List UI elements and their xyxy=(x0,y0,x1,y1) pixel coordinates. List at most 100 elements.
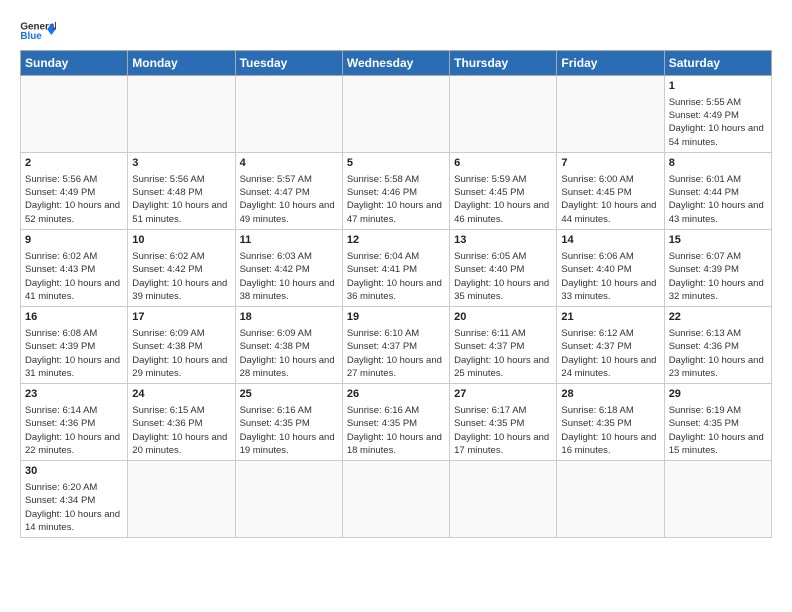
day-info: Sunrise: 5:56 AM Sunset: 4:48 PM Dayligh… xyxy=(132,173,230,226)
day-info: Sunrise: 6:16 AM Sunset: 4:35 PM Dayligh… xyxy=(347,404,445,457)
calendar-cell xyxy=(235,461,342,538)
day-info: Sunrise: 6:04 AM Sunset: 4:41 PM Dayligh… xyxy=(347,250,445,303)
calendar-table: SundayMondayTuesdayWednesdayThursdayFrid… xyxy=(20,50,772,538)
day-info: Sunrise: 6:12 AM Sunset: 4:37 PM Dayligh… xyxy=(561,327,659,380)
day-info: Sunrise: 6:20 AM Sunset: 4:34 PM Dayligh… xyxy=(25,481,123,534)
day-number: 7 xyxy=(561,156,659,171)
calendar-cell xyxy=(128,461,235,538)
day-info: Sunrise: 5:59 AM Sunset: 4:45 PM Dayligh… xyxy=(454,173,552,226)
day-info: Sunrise: 6:15 AM Sunset: 4:36 PM Dayligh… xyxy=(132,404,230,457)
day-number: 6 xyxy=(454,156,552,171)
weekday-header-thursday: Thursday xyxy=(450,51,557,76)
weekday-header-saturday: Saturday xyxy=(664,51,771,76)
calendar-cell xyxy=(235,76,342,153)
page-container: General Blue SundayMondayTuesdayWednesda… xyxy=(20,16,772,538)
calendar-cell: 12 Sunrise: 6:04 AM Sunset: 4:41 PM Dayli… xyxy=(342,230,449,307)
calendar-cell: 19 Sunrise: 6:10 AM Sunset: 4:37 PM Dayli… xyxy=(342,307,449,384)
day-number: 25 xyxy=(240,387,338,402)
calendar-cell: 25 Sunrise: 6:16 AM Sunset: 4:35 PM Dayli… xyxy=(235,384,342,461)
day-info: Sunrise: 6:10 AM Sunset: 4:37 PM Dayligh… xyxy=(347,327,445,380)
day-info: Sunrise: 6:09 AM Sunset: 4:38 PM Dayligh… xyxy=(132,327,230,380)
day-number: 8 xyxy=(669,156,767,171)
day-info: Sunrise: 6:13 AM Sunset: 4:36 PM Dayligh… xyxy=(669,327,767,380)
calendar-cell: 6 Sunrise: 5:59 AM Sunset: 4:45 PM Daylig… xyxy=(450,153,557,230)
day-number: 11 xyxy=(240,233,338,248)
calendar-cell xyxy=(342,76,449,153)
day-number: 18 xyxy=(240,310,338,325)
day-info: Sunrise: 6:06 AM Sunset: 4:40 PM Dayligh… xyxy=(561,250,659,303)
day-number: 5 xyxy=(347,156,445,171)
day-info: Sunrise: 6:16 AM Sunset: 4:35 PM Dayligh… xyxy=(240,404,338,457)
day-number: 3 xyxy=(132,156,230,171)
generalblue-logo-icon: General Blue xyxy=(20,18,56,42)
calendar-cell: 18 Sunrise: 6:09 AM Sunset: 4:38 PM Dayli… xyxy=(235,307,342,384)
weekday-header-monday: Monday xyxy=(128,51,235,76)
calendar-cell: 3 Sunrise: 5:56 AM Sunset: 4:48 PM Daylig… xyxy=(128,153,235,230)
day-info: Sunrise: 6:11 AM Sunset: 4:37 PM Dayligh… xyxy=(454,327,552,380)
day-number: 20 xyxy=(454,310,552,325)
weekday-header-sunday: Sunday xyxy=(21,51,128,76)
week-row-4: 16Sunrise: 6:08 AM Sunset: 4:39 PM Dayli… xyxy=(21,307,772,384)
day-number: 23 xyxy=(25,387,123,402)
day-number: 24 xyxy=(132,387,230,402)
calendar-cell xyxy=(21,76,128,153)
calendar-cell xyxy=(342,461,449,538)
day-number: 4 xyxy=(240,156,338,171)
calendar-cell xyxy=(128,76,235,153)
calendar-cell: 17 Sunrise: 6:09 AM Sunset: 4:38 PM Dayli… xyxy=(128,307,235,384)
calendar-cell: 30Sunrise: 6:20 AM Sunset: 4:34 PM Dayli… xyxy=(21,461,128,538)
week-row-1: 1Sunrise: 5:55 AM Sunset: 4:49 PM Daylig… xyxy=(21,76,772,153)
day-info: Sunrise: 6:03 AM Sunset: 4:42 PM Dayligh… xyxy=(240,250,338,303)
calendar-cell: 1Sunrise: 5:55 AM Sunset: 4:49 PM Daylig… xyxy=(664,76,771,153)
day-number: 26 xyxy=(347,387,445,402)
week-row-2: 2 Sunrise: 5:56 AM Sunset: 4:49 PM Daylig… xyxy=(21,153,772,230)
svg-text:Blue: Blue xyxy=(20,31,42,42)
calendar-cell xyxy=(450,76,557,153)
day-info: Sunrise: 6:09 AM Sunset: 4:38 PM Dayligh… xyxy=(240,327,338,380)
day-number: 17 xyxy=(132,310,230,325)
day-number: 14 xyxy=(561,233,659,248)
calendar-cell: 7Sunrise: 6:00 AM Sunset: 4:45 PM Daylig… xyxy=(557,153,664,230)
calendar-cell xyxy=(557,461,664,538)
calendar-cell: 15 Sunrise: 6:07 AM Sunset: 4:39 PM Dayli… xyxy=(664,230,771,307)
day-number: 13 xyxy=(454,233,552,248)
calendar-cell: 20 Sunrise: 6:11 AM Sunset: 4:37 PM Dayli… xyxy=(450,307,557,384)
calendar-cell xyxy=(557,76,664,153)
day-info: Sunrise: 6:01 AM Sunset: 4:44 PM Dayligh… xyxy=(669,173,767,226)
day-number: 10 xyxy=(132,233,230,248)
day-info: Sunrise: 6:05 AM Sunset: 4:40 PM Dayligh… xyxy=(454,250,552,303)
day-number: 21 xyxy=(561,310,659,325)
day-info: Sunrise: 6:19 AM Sunset: 4:35 PM Dayligh… xyxy=(669,404,767,457)
day-info: Sunrise: 5:58 AM Sunset: 4:46 PM Dayligh… xyxy=(347,173,445,226)
calendar-cell: 8 Sunrise: 6:01 AM Sunset: 4:44 PM Daylig… xyxy=(664,153,771,230)
day-number: 19 xyxy=(347,310,445,325)
day-number: 15 xyxy=(669,233,767,248)
day-number: 12 xyxy=(347,233,445,248)
header: General Blue xyxy=(20,16,772,42)
day-number: 2 xyxy=(25,156,123,171)
day-number: 1 xyxy=(669,79,767,94)
day-info: Sunrise: 5:57 AM Sunset: 4:47 PM Dayligh… xyxy=(240,173,338,226)
day-info: Sunrise: 6:18 AM Sunset: 4:35 PM Dayligh… xyxy=(561,404,659,457)
weekday-header-wednesday: Wednesday xyxy=(342,51,449,76)
weekday-header-friday: Friday xyxy=(557,51,664,76)
calendar-cell: 13 Sunrise: 6:05 AM Sunset: 4:40 PM Dayli… xyxy=(450,230,557,307)
day-info: Sunrise: 6:17 AM Sunset: 4:35 PM Dayligh… xyxy=(454,404,552,457)
day-info: Sunrise: 5:56 AM Sunset: 4:49 PM Dayligh… xyxy=(25,173,123,226)
week-row-5: 23 Sunrise: 6:14 AM Sunset: 4:36 PM Dayli… xyxy=(21,384,772,461)
day-number: 29 xyxy=(669,387,767,402)
weekday-header-tuesday: Tuesday xyxy=(235,51,342,76)
calendar-cell: 22 Sunrise: 6:13 AM Sunset: 4:36 PM Dayli… xyxy=(664,307,771,384)
day-number: 22 xyxy=(669,310,767,325)
calendar-cell: 24 Sunrise: 6:15 AM Sunset: 4:36 PM Dayli… xyxy=(128,384,235,461)
day-number: 28 xyxy=(561,387,659,402)
week-row-6: 30Sunrise: 6:20 AM Sunset: 4:34 PM Dayli… xyxy=(21,461,772,538)
calendar-cell: 9Sunrise: 6:02 AM Sunset: 4:43 PM Daylig… xyxy=(21,230,128,307)
day-number: 27 xyxy=(454,387,552,402)
calendar-cell: 26 Sunrise: 6:16 AM Sunset: 4:35 PM Dayli… xyxy=(342,384,449,461)
day-info: Sunrise: 6:07 AM Sunset: 4:39 PM Dayligh… xyxy=(669,250,767,303)
calendar-cell: 23 Sunrise: 6:14 AM Sunset: 4:36 PM Dayli… xyxy=(21,384,128,461)
day-info: Sunrise: 6:14 AM Sunset: 4:36 PM Dayligh… xyxy=(25,404,123,457)
calendar-cell: 21 Sunrise: 6:12 AM Sunset: 4:37 PM Dayli… xyxy=(557,307,664,384)
calendar-cell: 28 Sunrise: 6:18 AM Sunset: 4:35 PM Dayli… xyxy=(557,384,664,461)
